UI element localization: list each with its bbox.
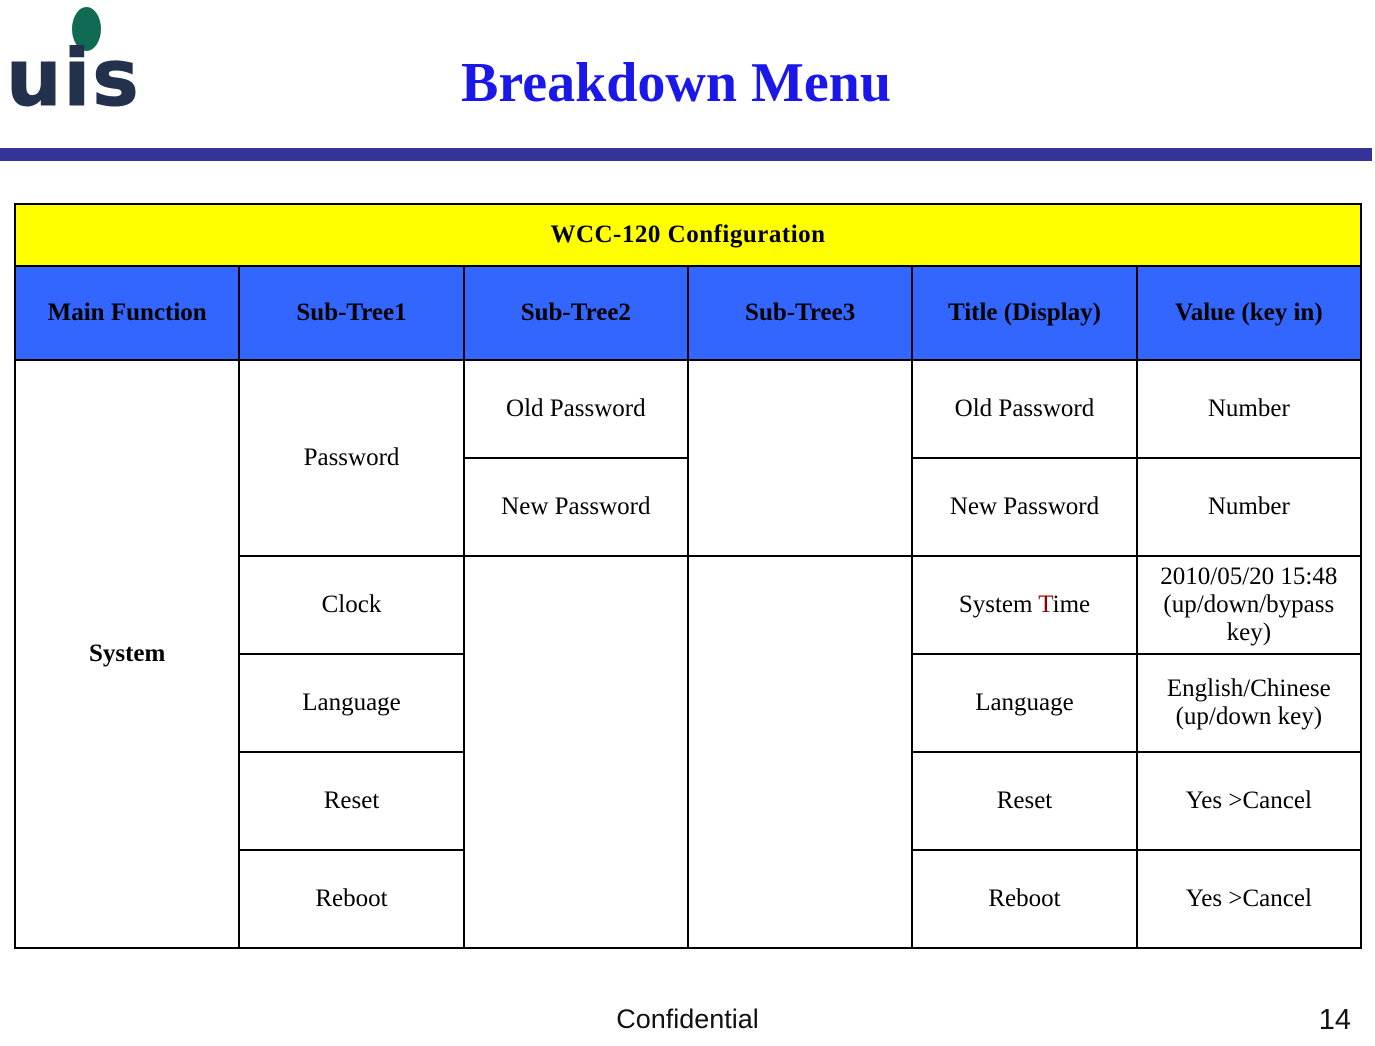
cell-sub-tree3-password [686, 359, 914, 557]
cell-title-new-password: New Password [911, 457, 1138, 557]
cell-sub-tree2-new-password: New Password [462, 457, 689, 557]
column-header-sub-tree3: Sub-Tree3 [686, 265, 914, 361]
uis-logo: uis [6, 4, 176, 134]
cell-main-function-system: System [13, 359, 241, 949]
cell-sub-tree1-clock: Clock [238, 555, 465, 655]
table-caption-row: WCC-120 Configuration [14, 203, 1362, 267]
slide-header: uis Breakdown Menu [0, 0, 1375, 172]
cell-title-reboot: Reboot [911, 849, 1138, 949]
cell-sub-tree2-old-password: Old Password [462, 359, 689, 459]
cell-value-system-time: 2010/05/20 15:48 (up/down/bypass key) [1135, 555, 1363, 655]
header-divider-bar [0, 148, 1372, 161]
cell-title-language: Language [911, 653, 1138, 753]
footer-page-number: 14 [1318, 1004, 1351, 1036]
title-system-time-suffix: ime [1052, 591, 1091, 618]
cell-sub-tree1-reboot: Reboot [238, 849, 465, 949]
cell-sub-tree1-reset: Reset [238, 751, 465, 851]
cell-value-reboot: Yes >Cancel [1135, 849, 1363, 949]
wcc-120-configuration-table: WCC-120 Configuration Main Function Sub-… [13, 203, 1363, 949]
slide-footer: Confidential 14 [0, 998, 1375, 1046]
table-row: System Password Old Password Old Passwor… [13, 359, 1363, 949]
title-system-time-accent: T [1038, 591, 1053, 618]
column-header-main-function: Main Function [13, 265, 241, 361]
column-header-value-key-in: Value (key in) [1135, 265, 1363, 361]
cell-title-system-time: System Time [911, 555, 1138, 655]
table-caption: WCC-120 Configuration [14, 203, 1362, 267]
cell-sub-tree3-empty [686, 555, 914, 949]
cell-value-language: English/Chinese (up/down key) [1135, 653, 1363, 753]
column-header-sub-tree1: Sub-Tree1 [238, 265, 465, 361]
cell-sub-tree1-password: Password [238, 359, 465, 557]
column-header-title-display: Title (Display) [911, 265, 1138, 361]
table-header-row: Main Function Sub-Tree1 Sub-Tree2 Sub-Tr… [13, 265, 1363, 361]
footer-confidential-label: Confidential [616, 1004, 759, 1034]
cell-value-reset: Yes >Cancel [1135, 751, 1363, 851]
cell-value-old-password: Number [1135, 359, 1363, 459]
title-system-time-prefix: System [958, 591, 1039, 618]
cell-sub-tree2-empty [462, 555, 689, 949]
cell-value-new-password: Number [1135, 457, 1363, 557]
cell-title-reset: Reset [911, 751, 1138, 851]
column-header-sub-tree2: Sub-Tree2 [462, 265, 689, 361]
cell-title-old-password: Old Password [911, 359, 1138, 459]
cell-sub-tree1-language: Language [238, 653, 465, 753]
page-title: Breakdown Menu [461, 52, 891, 114]
logo-wordmark: uis [6, 34, 141, 124]
